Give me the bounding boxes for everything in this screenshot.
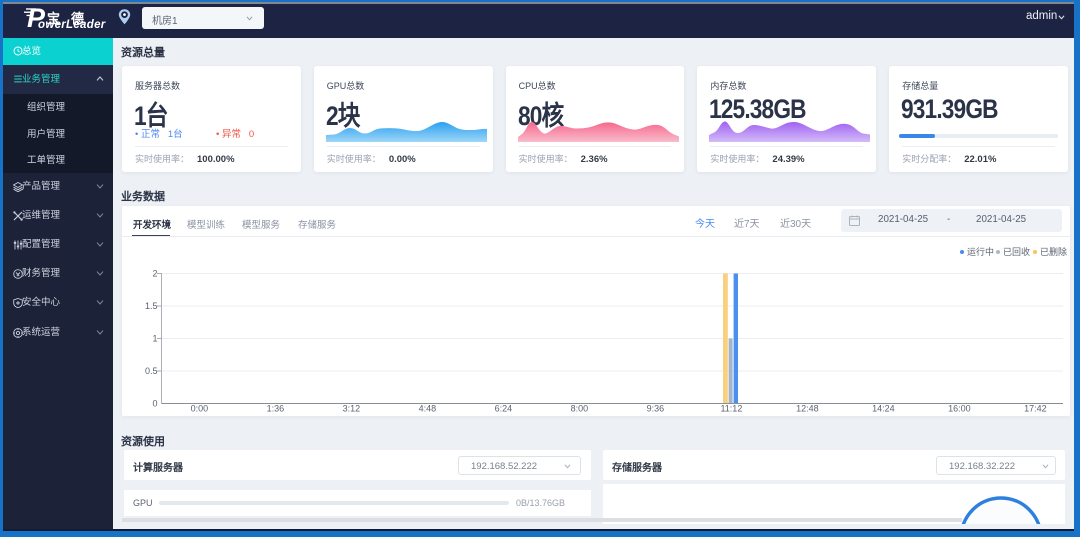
- svg-text:9:36: 9:36: [647, 404, 665, 414]
- svg-text:0:00: 0:00: [191, 404, 209, 414]
- svg-text:12:48: 12:48: [796, 404, 819, 414]
- svg-text:16:00: 16:00: [948, 404, 971, 414]
- svg-text:0.5: 0.5: [145, 366, 158, 376]
- svg-text:4:48: 4:48: [419, 404, 437, 414]
- svg-text:3:12: 3:12: [343, 404, 361, 414]
- svg-text:14:24: 14:24: [872, 404, 895, 414]
- svg-text:1:36: 1:36: [267, 404, 285, 414]
- svg-text:1.5: 1.5: [145, 301, 158, 311]
- svg-text:1: 1: [152, 334, 157, 344]
- svg-text:6:24: 6:24: [495, 404, 513, 414]
- svg-text:2: 2: [152, 269, 157, 279]
- svg-text:11:12: 11:12: [720, 404, 742, 414]
- svg-text:0: 0: [152, 399, 157, 409]
- svg-text:8:00: 8:00: [571, 404, 589, 414]
- svg-text:17:42: 17:42: [1024, 404, 1047, 414]
